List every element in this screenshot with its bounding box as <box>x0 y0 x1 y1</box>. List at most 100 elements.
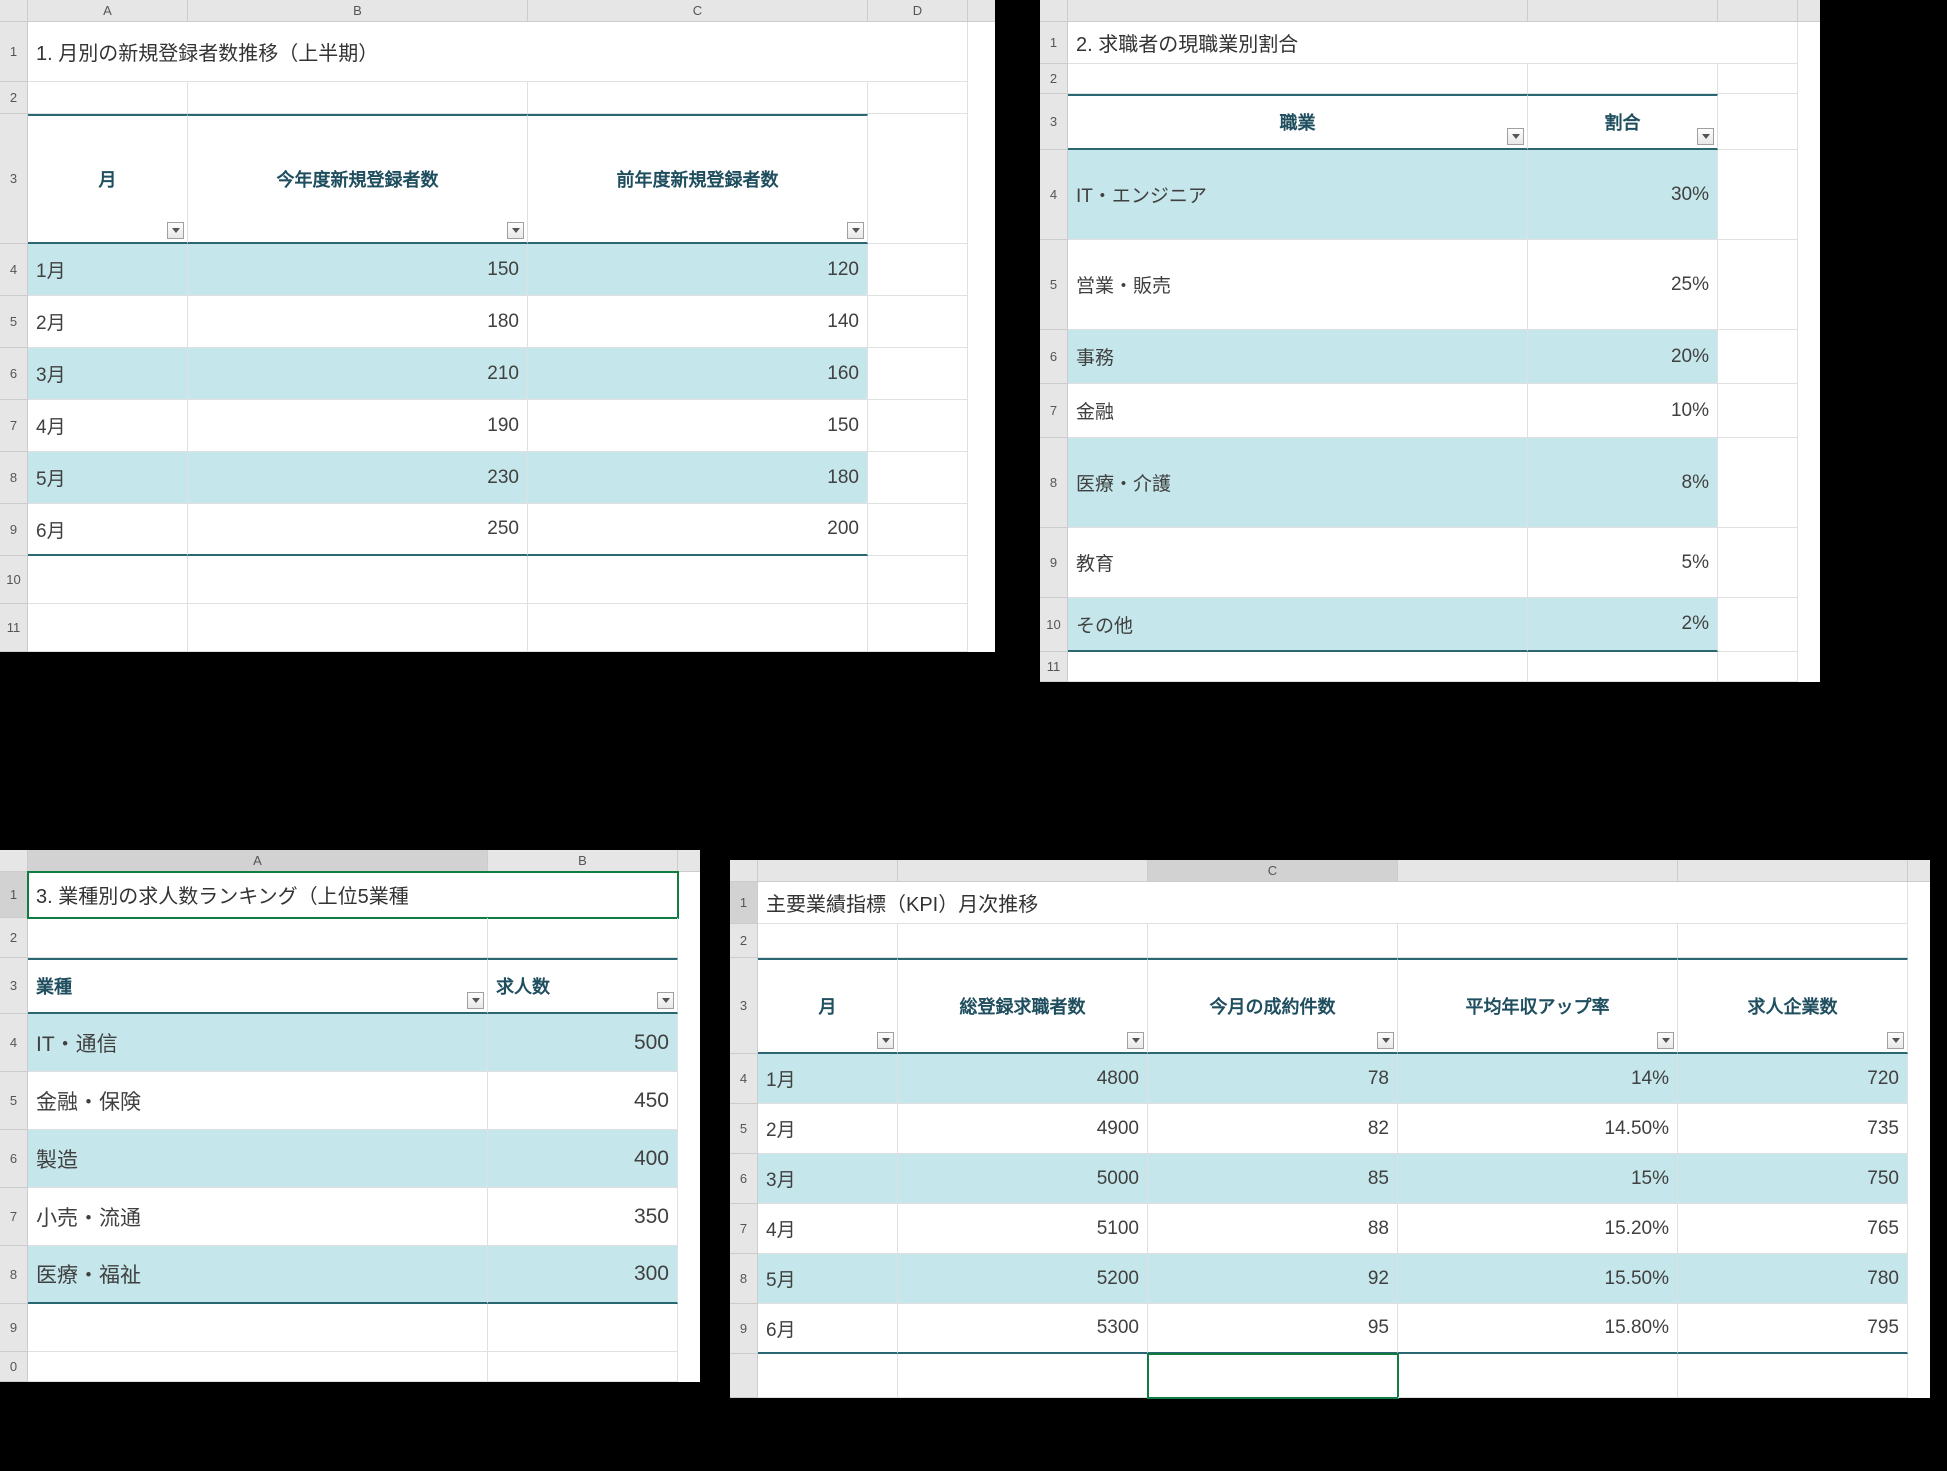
filter-icon[interactable] <box>1377 1032 1394 1049</box>
header-job-count[interactable]: 求人数 <box>488 958 678 1014</box>
table-cell[interactable]: 30% <box>1528 150 1718 240</box>
table-cell[interactable]: 4900 <box>898 1104 1148 1154</box>
row-8[interactable]: 8 <box>0 452 28 504</box>
row-11[interactable]: 11 <box>0 604 28 652</box>
row-4[interactable]: 4 <box>0 244 28 296</box>
col-C[interactable]: C <box>528 0 868 21</box>
cell[interactable] <box>1718 240 1798 330</box>
col-B[interactable] <box>898 860 1148 881</box>
row-5[interactable]: 5 <box>0 296 28 348</box>
table-cell[interactable]: 88 <box>1148 1204 1398 1254</box>
cell[interactable] <box>528 82 868 114</box>
table-cell[interactable]: 14.50% <box>1398 1104 1678 1154</box>
table-cell[interactable]: 営業・販売 <box>1068 240 1528 330</box>
cell[interactable] <box>1718 528 1798 598</box>
table-cell[interactable]: 750 <box>1678 1154 1908 1204</box>
cell[interactable] <box>528 556 868 604</box>
header-occupation[interactable]: 職業 <box>1068 94 1528 150</box>
cell[interactable] <box>188 82 528 114</box>
header-industry[interactable]: 業種 <box>28 958 488 1014</box>
col-B[interactable]: B <box>188 0 528 21</box>
cell[interactable] <box>28 82 188 114</box>
table-cell[interactable]: 5% <box>1528 528 1718 598</box>
cell[interactable] <box>868 604 968 652</box>
row-1[interactable]: 1 <box>0 22 28 82</box>
table-cell[interactable]: 20% <box>1528 330 1718 384</box>
select-all-corner[interactable] <box>730 860 758 881</box>
filter-icon[interactable] <box>1657 1032 1674 1049</box>
table-cell[interactable]: 1月 <box>28 244 188 296</box>
cell[interactable] <box>1718 598 1798 652</box>
table-cell[interactable]: 5200 <box>898 1254 1148 1304</box>
filter-icon[interactable] <box>467 992 484 1009</box>
col-B[interactable] <box>1528 0 1718 21</box>
col-E[interactable] <box>1678 860 1908 881</box>
table-cell[interactable]: 2月 <box>758 1104 898 1154</box>
table-cell[interactable]: 2% <box>1528 598 1718 652</box>
table-cell[interactable]: 6月 <box>758 1304 898 1354</box>
table-cell[interactable]: 180 <box>528 452 868 504</box>
table-cell[interactable]: 400 <box>488 1130 678 1188</box>
cell[interactable] <box>868 504 968 556</box>
col-A[interactable] <box>1068 0 1528 21</box>
row-6[interactable]: 6 <box>0 348 28 400</box>
table-cell[interactable]: 3月 <box>28 348 188 400</box>
row-7[interactable]: 7 <box>0 400 28 452</box>
table-cell[interactable]: 150 <box>528 400 868 452</box>
select-all-corner[interactable] <box>0 850 28 871</box>
table-cell[interactable]: 78 <box>1148 1054 1398 1104</box>
filter-icon[interactable] <box>847 222 864 239</box>
cell[interactable] <box>868 114 968 244</box>
table-cell[interactable]: 金融・保険 <box>28 1072 488 1130</box>
table-cell[interactable]: 5300 <box>898 1304 1148 1354</box>
table-cell[interactable]: 210 <box>188 348 528 400</box>
table-cell[interactable]: 製造 <box>28 1130 488 1188</box>
table-cell[interactable]: 95 <box>1148 1304 1398 1354</box>
table-cell[interactable]: 金融 <box>1068 384 1528 438</box>
cell[interactable] <box>868 400 968 452</box>
table-cell[interactable]: 8% <box>1528 438 1718 528</box>
cell[interactable] <box>868 296 968 348</box>
table-cell[interactable]: 795 <box>1678 1304 1908 1354</box>
cell[interactable] <box>188 556 528 604</box>
table-cell[interactable]: 120 <box>528 244 868 296</box>
filter-icon[interactable] <box>1697 128 1714 145</box>
col-A[interactable]: A <box>28 850 488 871</box>
table-cell[interactable]: 5月 <box>758 1254 898 1304</box>
header-companies[interactable]: 求人企業数 <box>1678 958 1908 1054</box>
header-prev-year[interactable]: 前年度新規登録者数 <box>528 114 868 244</box>
cell[interactable] <box>28 604 188 652</box>
table-cell[interactable]: 5月 <box>28 452 188 504</box>
header-total-seekers[interactable]: 総登録求職者数 <box>898 958 1148 1054</box>
cell[interactable] <box>1718 330 1798 384</box>
table-cell[interactable]: 92 <box>1148 1254 1398 1304</box>
table-cell[interactable]: 200 <box>528 504 868 556</box>
col-A[interactable] <box>758 860 898 881</box>
table-cell[interactable]: 82 <box>1148 1104 1398 1154</box>
table-cell[interactable]: 教育 <box>1068 528 1528 598</box>
cell[interactable] <box>1718 438 1798 528</box>
table-cell[interactable]: 5000 <box>898 1154 1148 1204</box>
table-cell[interactable]: 250 <box>188 504 528 556</box>
filter-icon[interactable] <box>877 1032 894 1049</box>
filter-icon[interactable] <box>1887 1032 1904 1049</box>
table-cell[interactable]: 765 <box>1678 1204 1908 1254</box>
table-cell[interactable]: 4800 <box>898 1054 1148 1104</box>
filter-icon[interactable] <box>657 992 674 1009</box>
col-C[interactable] <box>1718 0 1798 21</box>
table-cell[interactable]: 14% <box>1398 1054 1678 1104</box>
filter-icon[interactable] <box>167 222 184 239</box>
table-cell[interactable]: 15.80% <box>1398 1304 1678 1354</box>
header-current-year[interactable]: 今年度新規登録者数 <box>188 114 528 244</box>
table-cell[interactable]: その他 <box>1068 598 1528 652</box>
filter-icon[interactable] <box>1507 128 1524 145</box>
cell[interactable] <box>528 604 868 652</box>
cell[interactable] <box>868 244 968 296</box>
col-C[interactable]: C <box>1148 860 1398 881</box>
row-3[interactable]: 3 <box>0 114 28 244</box>
row-2[interactable]: 2 <box>0 82 28 114</box>
table-cell[interactable]: 10% <box>1528 384 1718 438</box>
header-deals[interactable]: 今月の成約件数 <box>1148 958 1398 1054</box>
table-cell[interactable]: 25% <box>1528 240 1718 330</box>
table-cell[interactable]: 230 <box>188 452 528 504</box>
